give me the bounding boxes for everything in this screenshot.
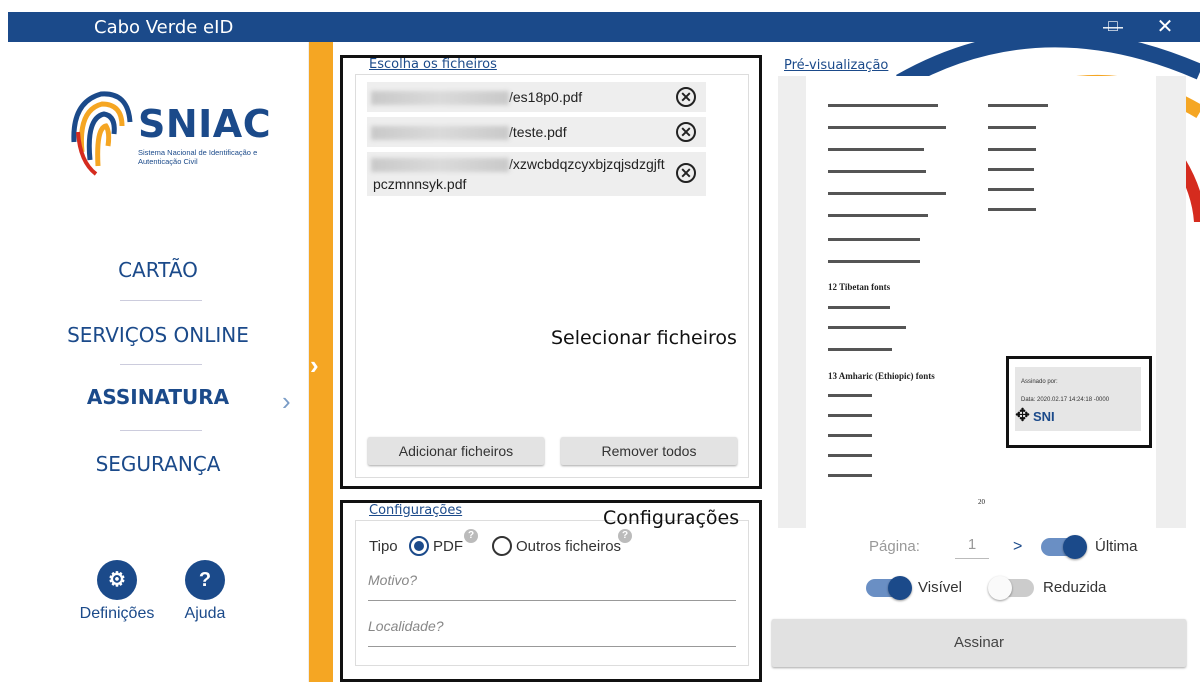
reduced-label: Reduzida <box>1043 579 1107 596</box>
toggle-knob <box>1063 535 1087 559</box>
signature-logo: SNI <box>1033 409 1055 424</box>
doc-line <box>988 148 1036 151</box>
logo-subtitle: Sistema Nacional de Identificação e Aute… <box>138 148 258 166</box>
preview-document: 12 Tibetan fonts 13 Amharic (Ethiopic) f… <box>806 76 1156 528</box>
doc-line <box>828 214 928 217</box>
doc-line <box>828 474 872 477</box>
doc-line <box>988 126 1036 129</box>
doc-line <box>828 238 920 241</box>
sign-button[interactable]: Assinar <box>772 619 1186 667</box>
doc-line <box>988 104 1048 107</box>
last-page-toggle[interactable] <box>1041 535 1087 559</box>
page-label: Página: <box>869 538 920 555</box>
nav-servicos-online[interactable]: SERVIÇOS ONLINE <box>48 323 268 347</box>
move-cursor-icon: ✥ <box>1015 405 1031 425</box>
close-button[interactable]: ✕ <box>1152 15 1178 39</box>
chevron-right-icon[interactable]: › <box>310 350 319 381</box>
settings-label[interactable]: Definições <box>67 605 167 623</box>
doc-line <box>828 192 946 195</box>
last-page-label: Última <box>1095 538 1138 555</box>
doc-line <box>988 208 1036 211</box>
app-title: Cabo Verde eID <box>94 17 234 38</box>
doc-section-heading: 13 Amharic (Ethiopic) fonts <box>828 371 935 381</box>
settings-button[interactable]: ⚙ <box>97 560 137 600</box>
doc-line <box>828 348 892 351</box>
doc-section-heading: 12 Tibetan fonts <box>828 282 891 292</box>
doc-line <box>828 148 924 151</box>
toggle-knob <box>988 576 1012 600</box>
files-highlight-box <box>340 55 762 489</box>
signature-block: Assinado por: Data: 2020.02.17 14:24:18 … <box>1015 367 1141 431</box>
config-overlay-label: Configurações <box>603 507 740 529</box>
close-icon: ✕ <box>1156 16 1174 38</box>
doc-line <box>988 188 1034 191</box>
files-overlay-label: Selecionar ficheiros <box>551 327 737 349</box>
doc-line <box>828 454 872 457</box>
doc-line <box>828 126 946 129</box>
maximize-icon: □ <box>1108 18 1118 35</box>
doc-line <box>828 394 872 397</box>
signature-position-box[interactable]: Assinado por: Data: 2020.02.17 14:24:18 … <box>1006 356 1152 448</box>
help-label[interactable]: Ajuda <box>155 605 255 623</box>
toggle-knob <box>888 576 912 600</box>
nav-divider <box>120 430 202 431</box>
fingerprint-icon <box>71 91 133 176</box>
doc-line <box>828 260 920 263</box>
gear-icon: ⚙ <box>108 569 126 591</box>
logo-text: SNIAC <box>138 102 272 146</box>
preview-title: Pré-visualização <box>784 58 889 73</box>
chevron-right-icon: › <box>282 386 291 416</box>
sniac-logo: SNIAC Sistema Nacional de Identificação … <box>66 82 271 182</box>
doc-page-number: 20 <box>978 498 985 506</box>
doc-line <box>828 434 872 437</box>
doc-line <box>828 170 926 173</box>
nav-seguranca[interactable]: SEGURANÇA <box>48 452 268 476</box>
nav-divider <box>120 300 202 301</box>
signature-signed-by: Assinado por: <box>1021 379 1058 385</box>
next-page-button[interactable]: > <box>1013 538 1022 556</box>
nav-cartao[interactable]: CARTÃO <box>48 258 268 282</box>
question-icon: ? <box>198 569 212 591</box>
sidebar: SNIAC Sistema Nacional de Identificação … <box>8 42 309 682</box>
doc-line <box>828 414 872 417</box>
reduced-toggle[interactable] <box>988 576 1034 600</box>
doc-line <box>828 326 906 329</box>
signature-date: Data: 2020.02.17 14:24:18 -0000 <box>1021 397 1110 403</box>
help-button[interactable]: ? <box>185 560 225 600</box>
visible-toggle[interactable] <box>866 576 912 600</box>
title-bar: Cabo Verde eID — □ ✕ <box>8 12 1200 42</box>
nav-divider <box>120 364 202 365</box>
visible-label: Visível <box>918 579 962 596</box>
page-number-input[interactable]: 1 <box>955 532 989 559</box>
preview-area[interactable]: 12 Tibetan fonts 13 Amharic (Ethiopic) f… <box>778 76 1186 528</box>
doc-line <box>988 168 1034 171</box>
maximize-button[interactable]: □ <box>1100 15 1126 39</box>
doc-line <box>828 306 890 309</box>
doc-line <box>828 104 938 107</box>
nav-assinatura[interactable]: ASSINATURA <box>48 385 268 409</box>
